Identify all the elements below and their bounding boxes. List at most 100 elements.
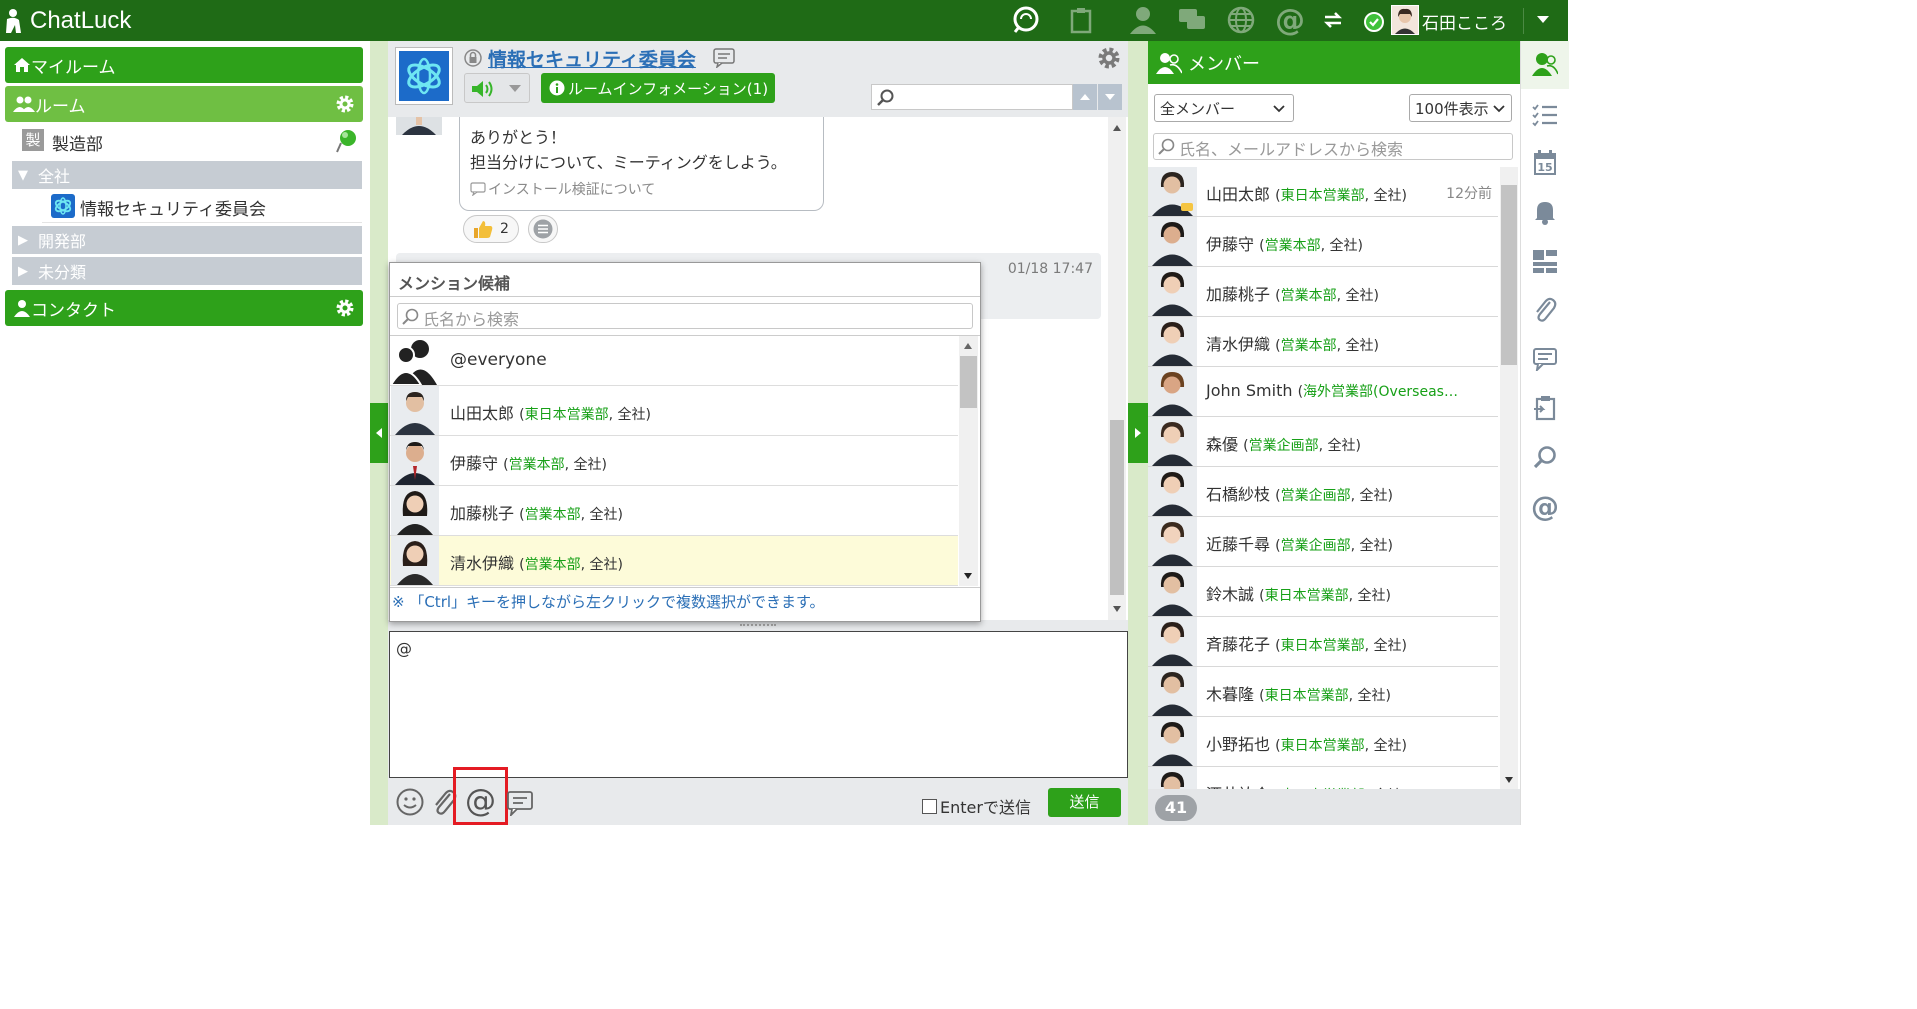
board-icon[interactable] xyxy=(1531,247,1559,275)
room-info-button[interactable]: ルームインフォメーション(1) xyxy=(541,73,775,103)
room-title-link[interactable]: 情報セキュリティ委員会 xyxy=(488,45,696,72)
enter-send-checkbox[interactable] xyxy=(922,798,937,814)
mention-search-input[interactable]: 氏名から検索 xyxy=(397,303,973,329)
thread-list-icon[interactable] xyxy=(1531,345,1559,373)
switch-icon[interactable] xyxy=(1318,4,1348,36)
group-dev-toggle[interactable]: ▶ 開発部 xyxy=(12,226,362,254)
mention-candidate-item-highlighted[interactable]: 清水伊織 (営業本部, 全社) xyxy=(390,536,958,586)
member-row[interactable]: 小野拓也 (東日本営業部, 全社) xyxy=(1148,717,1498,767)
my-room-button[interactable]: マイルーム xyxy=(5,47,363,83)
collapse-left-arrow-icon[interactable] xyxy=(370,403,388,463)
search-globe-icon[interactable] xyxy=(1009,4,1043,36)
scrollbar-thumb[interactable] xyxy=(960,356,977,408)
mention-everyone-item[interactable]: @everyone xyxy=(390,336,958,386)
candidate-dept: 営業本部 xyxy=(524,557,581,573)
member-row[interactable]: 清水伊織 (営業本部, 全社) xyxy=(1148,317,1498,367)
mention-icon[interactable]: @ xyxy=(1273,3,1307,38)
message-bubble[interactable]: ありがとう！ 担当分けについて、ミーティングをしよう。 インストール検証について xyxy=(459,117,824,211)
dept-room-label[interactable]: 製造部 xyxy=(52,130,103,155)
member-dept: 東日本営業部 xyxy=(1280,638,1365,654)
member-row[interactable]: John Smith (海外営業部(Overseas… xyxy=(1148,367,1498,417)
member-row[interactable]: 木暮隆 (東日本営業部, 全社) xyxy=(1148,667,1498,717)
room-item-security[interactable]: 情報セキュリティ委員会 xyxy=(42,189,362,223)
member-row[interactable]: 近藤千尋 (営業企画部, 全社) xyxy=(1148,517,1498,567)
scroll-up-icon[interactable] xyxy=(964,343,972,349)
member-search-input[interactable]: 氏名、メールアドレスから検索 xyxy=(1153,133,1513,160)
scroll-down-icon[interactable] xyxy=(1505,777,1513,783)
scroll-down-icon[interactable] xyxy=(964,573,972,579)
member-row[interactable]: 加藤桃子 (営業本部, 全社) xyxy=(1148,267,1498,317)
pin-icon[interactable] xyxy=(336,129,358,153)
room-avatar-globe-icon[interactable] xyxy=(395,47,453,105)
mention-candidate-item[interactable]: 加藤桃子 (営業本部, 全社) xyxy=(390,486,958,536)
thread-compose-icon[interactable] xyxy=(506,790,534,816)
search-next-button[interactable] xyxy=(1098,84,1122,110)
members-pane: メンバー 全メンバー 100件表示 氏名、メールアドレスから検索 山田太郎 (東… xyxy=(1148,41,1520,825)
paren: ) xyxy=(1401,738,1407,754)
member-row[interactable]: 伊藤守 (営業本部, 全社) xyxy=(1148,217,1498,267)
contacts-settings-gear-icon[interactable] xyxy=(335,298,355,318)
clipboard-icon[interactable] xyxy=(1064,4,1098,36)
emoji-icon[interactable] xyxy=(396,788,424,816)
volume-button[interactable] xyxy=(464,73,530,103)
app-logo[interactable]: ChatLuck xyxy=(4,7,131,35)
message-menu-button[interactable] xyxy=(528,215,558,243)
scrollbar-thumb[interactable] xyxy=(1501,185,1517,365)
calendar-icon[interactable]: 15 xyxy=(1531,149,1559,177)
user-menu-chevron-icon[interactable] xyxy=(1537,16,1549,24)
mention-rail-icon[interactable]: @ xyxy=(1531,490,1559,523)
room-settings-gear-icon[interactable] xyxy=(1097,46,1121,70)
enter-send-toggle[interactable]: Enterで送信 xyxy=(922,794,1031,818)
member-filter-select[interactable]: 全メンバー xyxy=(1154,94,1294,122)
chat-bubbles-icon[interactable] xyxy=(1175,4,1209,36)
menu-icon xyxy=(533,219,553,239)
composer-resize-grip[interactable] xyxy=(740,624,776,628)
send-button[interactable]: 送信 xyxy=(1048,788,1121,817)
mention-scrollbar[interactable] xyxy=(959,336,978,586)
search-prev-button[interactable] xyxy=(1073,84,1097,110)
status-online-icon[interactable] xyxy=(1364,12,1384,32)
member-row[interactable]: 鈴木誠 (東日本営業部, 全社) xyxy=(1148,567,1498,617)
globe-icon[interactable] xyxy=(1224,4,1258,36)
members-tab-icon[interactable] xyxy=(1531,50,1559,78)
collapse-right-arrow-icon[interactable] xyxy=(1128,403,1148,463)
rooms-header[interactable]: ルーム xyxy=(5,86,363,122)
mention-popup-title: メンション候補 xyxy=(398,274,511,293)
member-row[interactable]: 斉藤花子 (東日本営業部, 全社) xyxy=(1148,617,1498,667)
thread-reference[interactable]: インストール検証について xyxy=(470,179,655,199)
scroll-down-icon[interactable] xyxy=(1113,606,1121,612)
reaction-thumbs-up[interactable]: 2 xyxy=(463,215,519,243)
scrollbar-thumb[interactable] xyxy=(1110,420,1124,595)
person-icon[interactable] xyxy=(1126,4,1160,36)
mention-candidate-item[interactable]: 山田太郎 (東日本営業部, 全社) xyxy=(390,386,958,436)
paren: ) xyxy=(1401,188,1407,204)
mention-button-icon[interactable]: @ xyxy=(465,784,496,818)
info-icon xyxy=(549,80,565,96)
notification-bell-icon[interactable] xyxy=(1531,198,1559,226)
clipboard-list-icon[interactable] xyxy=(1531,394,1559,422)
member-name-text: 森優 xyxy=(1206,435,1239,454)
thread-icon[interactable] xyxy=(713,48,735,68)
user-name[interactable]: 石田こころ xyxy=(1422,9,1507,34)
message-textarea[interactable]: @ xyxy=(389,631,1128,778)
scroll-up-icon[interactable] xyxy=(1113,125,1121,131)
page-size-select[interactable]: 100件表示 xyxy=(1409,94,1512,122)
candidate-avatar xyxy=(391,486,439,535)
tasks-list-icon[interactable] xyxy=(1531,101,1559,129)
candidate-dept: 営業本部 xyxy=(524,507,581,523)
group-all-toggle[interactable]: ▼ 全社 xyxy=(12,161,362,189)
member-row[interactable]: 山田太郎 (東日本営業部, 全社) 12分前 xyxy=(1148,167,1498,217)
attachment-list-icon[interactable] xyxy=(1531,296,1559,324)
message-search-input[interactable] xyxy=(871,84,1073,110)
contacts-header[interactable]: コンタクト xyxy=(5,290,363,326)
member-row[interactable]: 石橋紗枝 (営業企画部, 全社) xyxy=(1148,467,1498,517)
mention-candidate-item[interactable]: 伊藤守 (営業本部, 全社) xyxy=(390,436,958,486)
group-uncat-toggle[interactable]: ▶ 未分類 xyxy=(12,257,362,285)
message-scrollbar[interactable] xyxy=(1108,117,1126,620)
search-rail-icon[interactable] xyxy=(1531,443,1559,471)
member-row[interactable]: 森優 (営業企画部, 全社) xyxy=(1148,417,1498,467)
user-avatar[interactable] xyxy=(1391,5,1419,35)
member-scrollbar[interactable] xyxy=(1500,167,1518,789)
member-row[interactable]: 酒井祐介 (東日本営業部, 全社) xyxy=(1148,767,1498,789)
rooms-settings-gear-icon[interactable] xyxy=(335,94,355,114)
